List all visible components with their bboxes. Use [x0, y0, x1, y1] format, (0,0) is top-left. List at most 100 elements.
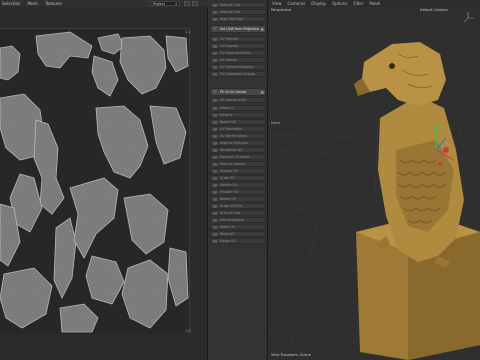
command-icon	[213, 18, 217, 21]
uv-command-label: Rotate UV	[220, 120, 236, 124]
uv-command-button[interactable]: Equalize UV Island	[210, 154, 266, 160]
uv-command-label: Mirror U	[220, 106, 233, 110]
command-icon	[213, 4, 217, 7]
uv-island	[97, 33, 125, 55]
uv-command-button[interactable]: Mirror U	[210, 105, 266, 111]
gear-icon[interactable]: ⚙	[260, 26, 264, 32]
viewport-view-name: Perspective	[271, 8, 292, 12]
command-icon	[213, 114, 217, 117]
uv-island	[119, 35, 167, 95]
menu-textures[interactable]: Textures	[45, 1, 62, 6]
uv-command-button[interactable]: Align Top Edge	[210, 16, 266, 22]
uv-command-button[interactable]: Merge UV	[210, 238, 266, 244]
uv-command-button[interactable]: Fit Canvas to UV	[210, 97, 266, 103]
command-icon	[213, 27, 217, 30]
uv-command-button[interactable]: Relax UV	[210, 231, 266, 237]
project-dropdown[interactable]: Project ▾	[150, 1, 180, 6]
viewport-menubar: View Cameras Display Options Filter Pane…	[268, 0, 480, 7]
uv-command-button[interactable]: Snap to Grid	[210, 2, 266, 8]
command-icon	[213, 135, 217, 138]
uv-command-label: Scale UV Grid	[220, 204, 242, 208]
uv-island	[69, 177, 119, 259]
uv-command-button[interactable]: UV Optimal Mapping	[210, 64, 266, 70]
command-icon	[213, 240, 217, 243]
uv-command-label: Merge UV	[220, 239, 236, 243]
axis-indicator-icon	[463, 12, 474, 23]
vp-menu-filter[interactable]: Filter	[353, 1, 363, 6]
uv-command-button[interactable]: Scale UV	[210, 175, 266, 181]
uv-command-label: Transfer UV	[220, 190, 239, 194]
uv-command-button[interactable]: UV Unwrap	[210, 43, 266, 49]
lock-view-icon[interactable]	[184, 1, 190, 6]
uv-corner-top-right: 1,1	[185, 30, 191, 34]
uv-command-button[interactable]: Fit UV to Canvas ⚙	[210, 88, 266, 96]
uv-command-label: Mirror V	[220, 113, 233, 117]
command-icon	[213, 142, 217, 145]
uv-command-button[interactable]: Pack UV Islands	[210, 161, 266, 167]
uv-command-button[interactable]: Edit Sequencer	[210, 217, 266, 223]
uv-command-button[interactable]: UV Terrain Island	[210, 133, 266, 139]
uv-command-button[interactable]: UV Transfer	[210, 36, 266, 42]
menu-mesh[interactable]: Mesh	[27, 1, 38, 6]
uv-command-label: UV Optimal Mapping	[220, 65, 253, 69]
uv-grid-icon[interactable]	[192, 1, 198, 6]
uv-command-label: UV Scale and Relax	[220, 51, 251, 55]
command-icon	[213, 212, 217, 215]
vp-menu-panel[interactable]: Panel	[369, 1, 380, 6]
uv-command-button[interactable]: UV Scale and Relax	[210, 50, 266, 56]
uv-command-button[interactable]: Unwrap UV	[210, 168, 266, 174]
uv-command-label: Straighten UV	[220, 148, 243, 152]
uv-command-label: Fit Canvas to UV	[220, 98, 247, 102]
vp-menu-cameras[interactable]: Cameras	[288, 1, 306, 6]
uv-island	[167, 247, 189, 307]
menu-selection[interactable]: Selection	[2, 1, 20, 6]
project-dropdown-value: Project	[153, 2, 165, 6]
command-icon	[213, 107, 217, 110]
command-icon	[213, 128, 217, 131]
uv-command-button[interactable]: UV Relaxation	[210, 126, 266, 132]
3d-viewport[interactable]: View Cameras Display Options Filter Pane…	[268, 0, 480, 360]
gear-icon[interactable]: ⚙	[260, 89, 264, 95]
uv-command-label: UV Automatic Unwrap	[220, 72, 256, 76]
viewport-scene	[268, 12, 480, 360]
command-icon	[213, 163, 217, 166]
command-icon	[213, 170, 217, 173]
uv-command-label: UV Relaxation	[220, 127, 243, 131]
vp-menu-display[interactable]: Display	[311, 1, 326, 6]
command-icon	[213, 156, 217, 159]
uv-command-label: Rotate UV	[220, 197, 236, 201]
uv-command-button[interactable]: Rotate UV	[210, 119, 266, 125]
uv-command-button[interactable]: Stretch UV	[210, 182, 266, 188]
uv-island	[53, 217, 77, 299]
uv-command-label: Set UVW from Projection	[220, 27, 260, 31]
command-icon	[213, 59, 217, 62]
uv-command-button[interactable]: Straighten UV	[210, 147, 266, 153]
uv-command-label: Relax UV	[220, 232, 235, 236]
uv-island	[91, 55, 119, 97]
uv-command-button[interactable]: UV Islands	[210, 57, 266, 63]
vp-menu-options[interactable]: Options	[332, 1, 347, 6]
uv-command-button[interactable]: Transfer UV	[210, 189, 266, 195]
vp-menu-view[interactable]: View	[272, 1, 282, 6]
uv-command-button[interactable]: Mirror V	[210, 112, 266, 118]
command-icon	[213, 149, 217, 152]
uv-command-button[interactable]: Rotate UV	[210, 196, 266, 202]
uv-island	[85, 255, 125, 305]
uv-command-button[interactable]: Align to Grid	[210, 9, 266, 15]
uv-command-button[interactable]: Align to Selection	[210, 140, 266, 146]
uv-command-label: Align to Selection	[220, 141, 248, 145]
uv-command-label: Grid UV Grid	[220, 211, 240, 215]
uv-island	[121, 259, 169, 329]
uv-command-button[interactable]: Grid UV Grid	[210, 210, 266, 216]
uv-command-label: UV Terrain Island	[220, 134, 247, 138]
uv-command-button[interactable]: Scale UV Grid	[210, 203, 266, 209]
command-icon	[213, 177, 217, 180]
command-icon	[213, 52, 217, 55]
uv-command-button[interactable]: Set UVW from Projection ⚙	[210, 25, 266, 33]
command-icon	[213, 205, 217, 208]
uv-command-button[interactable]: UV Automatic Unwrap	[210, 71, 266, 77]
command-icon	[213, 233, 217, 236]
uv-command-button[interactable]: Stitch UV	[210, 224, 266, 230]
chevron-down-icon: ▾	[175, 2, 177, 6]
uv-islands-layer[interactable]	[0, 28, 190, 334]
